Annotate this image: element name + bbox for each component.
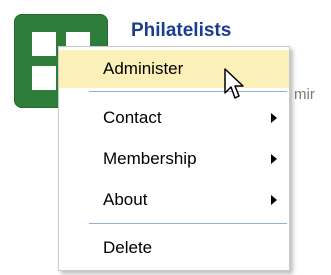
submenu-arrow-icon — [271, 154, 277, 164]
background-text: mir — [294, 86, 315, 103]
submenu-arrow-icon — [271, 195, 277, 205]
menu-item-label: Contact — [103, 108, 162, 127]
menu-item-delete[interactable]: Delete — [59, 229, 289, 267]
menu-item-label: Administer — [103, 59, 184, 78]
grid-tile — [32, 66, 56, 90]
app-title[interactable]: Philatelists — [131, 20, 231, 42]
mouse-pointer-icon — [224, 68, 244, 99]
submenu-arrow-icon — [271, 113, 277, 123]
menu-item-label: Delete — [103, 238, 153, 257]
menu-item-about[interactable]: About — [59, 181, 289, 219]
menu-item-label: Membership — [103, 149, 197, 168]
context-menu: Administer Contact Membership About Dele… — [58, 46, 290, 271]
menu-item-administer[interactable]: Administer — [59, 50, 289, 88]
menu-item-membership[interactable]: Membership — [59, 140, 289, 178]
menu-item-contact[interactable]: Contact — [59, 99, 289, 137]
menu-separator — [89, 223, 287, 224]
menu-separator — [89, 91, 287, 92]
menu-item-label: About — [103, 190, 148, 209]
grid-tile — [32, 32, 56, 56]
